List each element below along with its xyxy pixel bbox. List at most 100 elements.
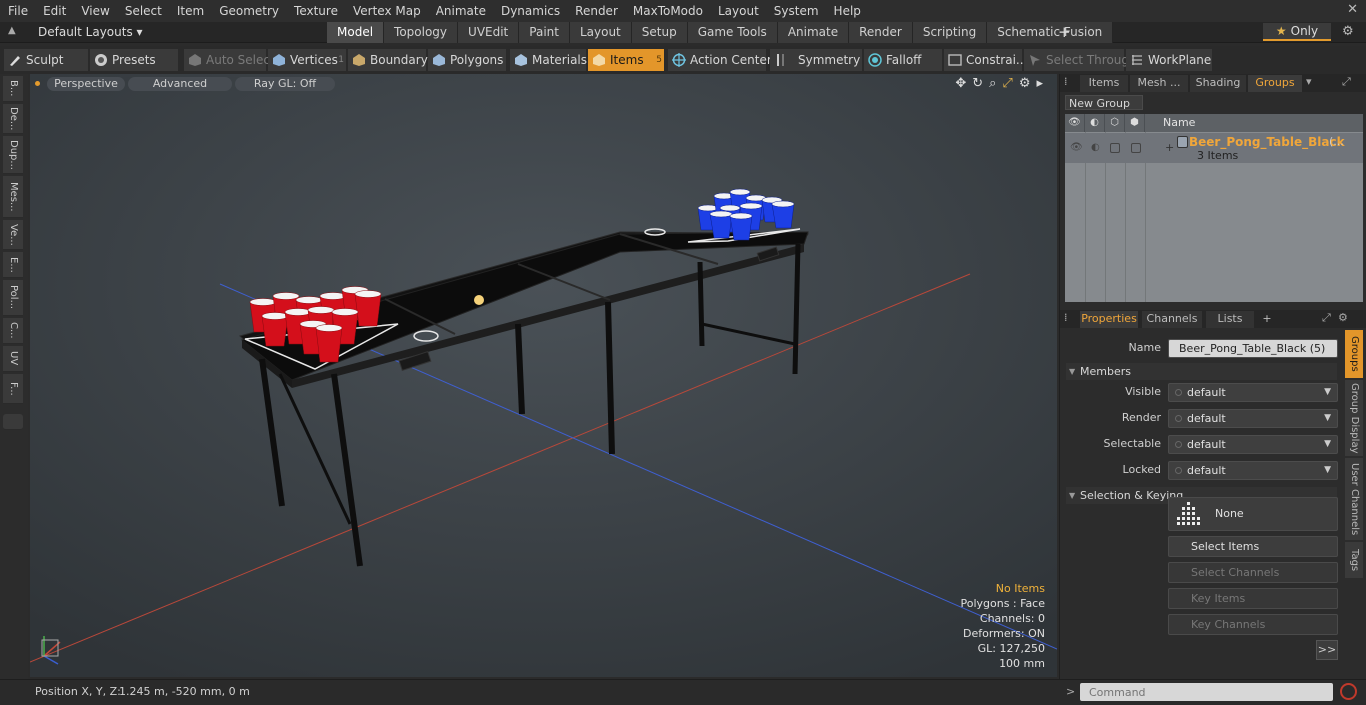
key-channels-button[interactable]: Key Channels — [1168, 614, 1338, 635]
tab-uvedit[interactable]: UVEdit — [458, 22, 520, 43]
group-name[interactable]: Beer_Pong_Table_Black — [1189, 135, 1345, 149]
polygons-button[interactable]: Polygons — [428, 49, 506, 71]
menu-system[interactable]: System — [766, 0, 826, 22]
falloff-button[interactable]: Falloff — [864, 49, 942, 71]
group-row[interactable]: 👁 ◐ + Beer_Pong_Table_Black (... 3 Items — [1065, 133, 1363, 163]
strip-tab-7[interactable]: Pol... — [3, 280, 23, 316]
strip-tab-6[interactable]: E... — [3, 252, 23, 278]
tab-render[interactable]: Render — [849, 22, 913, 43]
panel-gear-icon[interactable]: ⚙ — [1338, 311, 1348, 324]
selectable-dropdown[interactable]: default ▼ — [1168, 435, 1338, 454]
tab-layout[interactable]: Layout — [569, 22, 632, 43]
workplane-button[interactable]: WorkPlane — [1126, 49, 1212, 71]
command-input[interactable] — [1080, 683, 1333, 701]
tab-properties[interactable]: Properties — [1080, 311, 1138, 328]
more-button[interactable]: >> — [1316, 640, 1338, 660]
menu-file[interactable]: File — [0, 0, 35, 22]
only-button[interactable]: ★ Only — [1263, 23, 1331, 41]
tab-setup[interactable]: Setup — [631, 22, 688, 43]
strip-tab-2[interactable]: De... — [3, 104, 23, 134]
row-lock-checkbox[interactable] — [1131, 143, 1141, 153]
strip-toggle[interactable] — [3, 414, 23, 430]
menu-layout[interactable]: Layout — [710, 0, 766, 22]
tab-model[interactable]: Model — [327, 22, 385, 43]
tab-animate[interactable]: Animate — [777, 22, 850, 43]
tab-mesh[interactable]: Mesh ... — [1130, 75, 1188, 92]
menu-texture[interactable]: Texture — [286, 0, 345, 22]
tab-shading[interactable]: Shading — [1190, 75, 1246, 92]
tab-lists[interactable]: Lists — [1206, 311, 1254, 328]
viewport-arrow-icon[interactable]: ▸ — [1036, 76, 1043, 91]
menu-animate[interactable]: Animate — [428, 0, 493, 22]
layout-selector[interactable]: Default Layouts ▾ — [38, 25, 143, 39]
menu-help[interactable]: Help — [826, 0, 868, 22]
perspective-dropdown[interactable]: Perspective — [47, 77, 125, 91]
advanced-dropdown[interactable]: Advanced — [128, 77, 232, 91]
menu-edit[interactable]: Edit — [35, 0, 73, 22]
new-group-button[interactable]: New Group — [1065, 95, 1143, 110]
zoom-view-icon[interactable]: ⌕ — [989, 76, 996, 91]
menu-item[interactable]: Item — [169, 0, 211, 22]
vtab-group-display[interactable]: Group Display — [1345, 380, 1363, 456]
select-items-button[interactable]: Select Items — [1168, 536, 1338, 557]
menu-geometry[interactable]: Geometry — [211, 0, 286, 22]
tab-schematic-fusion[interactable]: Schematic Fusion — [987, 22, 1114, 43]
vtab-tags[interactable]: Tags — [1345, 542, 1363, 578]
boundary-button[interactable]: Boundary — [348, 49, 428, 71]
select-through-button[interactable]: Select Through — [1024, 49, 1137, 71]
row-select-checkbox[interactable] — [1110, 143, 1120, 153]
expand-plus-icon[interactable]: + — [1165, 141, 1174, 154]
presets-button[interactable]: Presets — [90, 49, 178, 71]
expand-panel-icon[interactable]: ⤢ — [1342, 75, 1351, 89]
locked-dropdown[interactable]: default ▼ — [1168, 461, 1338, 480]
command-arrow-icon[interactable]: > — [1066, 685, 1075, 698]
lock-cube-icon[interactable]: ⬢ — [1125, 114, 1145, 132]
dropdown-arrow-icon[interactable]: ▾ — [1306, 75, 1312, 88]
strip-tab-10[interactable]: F... — [3, 374, 23, 404]
add-tab-button[interactable]: + — [1058, 23, 1071, 41]
vtab-user-channels[interactable]: User Channels — [1345, 458, 1363, 540]
vertices-button[interactable]: Vertices 1 — [268, 49, 346, 71]
sculpt-button[interactable]: Sculpt — [4, 49, 88, 71]
3d-viewport[interactable]: Perspective Advanced Ray GL: Off ✥ ↻ ⌕ ⤢… — [30, 74, 1057, 677]
expand-panel-icon[interactable]: ⤢ — [1322, 311, 1331, 325]
fit-view-icon[interactable]: ⤢ — [1002, 76, 1012, 91]
move-view-icon[interactable]: ✥ — [955, 76, 966, 91]
tab-game-tools[interactable]: Game Tools — [687, 22, 778, 43]
action-center-button[interactable]: Action Center — [668, 49, 772, 71]
items-button[interactable]: Items 5 — [588, 49, 664, 71]
row-visibility-icon[interactable]: 👁 — [1070, 142, 1083, 153]
symmetry-button[interactable]: Symmetry — [770, 49, 862, 71]
visible-dropdown[interactable]: default ▼ — [1168, 383, 1338, 402]
tab-items[interactable]: Items — [1080, 75, 1128, 92]
members-section[interactable]: ▼ Members — [1066, 363, 1337, 380]
strip-tab-3[interactable]: Dup... — [3, 136, 23, 174]
materials-button[interactable]: Materials — [510, 49, 587, 71]
select-cube-icon[interactable]: ⬡ — [1105, 114, 1125, 132]
record-icon[interactable] — [1340, 683, 1357, 700]
visibility-eye-icon[interactable]: 👁 — [1065, 114, 1085, 132]
add-tab-button[interactable]: + — [1258, 311, 1276, 328]
tab-groups[interactable]: Groups — [1248, 75, 1302, 92]
menu-view[interactable]: View — [73, 0, 116, 22]
vtab-groups[interactable]: Groups — [1345, 330, 1363, 378]
name-input[interactable]: Beer_Pong_Table_Black (5) — [1168, 339, 1338, 358]
select-channels-button[interactable]: Select Channels — [1168, 562, 1338, 583]
strip-tab-1[interactable]: B... — [3, 76, 23, 102]
strip-tab-8[interactable]: C... — [3, 318, 23, 344]
menu-select[interactable]: Select — [117, 0, 169, 22]
menu-maxtomodo[interactable]: MaxToModo — [625, 0, 710, 22]
strip-tab-4[interactable]: Mes... — [3, 176, 23, 218]
rotate-view-icon[interactable]: ↻ — [972, 76, 983, 91]
tab-topology[interactable]: Topology — [384, 22, 459, 43]
render-icon[interactable]: ◐ — [1085, 114, 1105, 132]
auto-select-button[interactable]: Auto Select — [184, 49, 275, 71]
gear-icon[interactable]: ⚙ — [1342, 24, 1354, 39]
raygl-toggle[interactable]: Ray GL: Off — [235, 77, 335, 91]
tab-paint[interactable]: Paint — [519, 22, 570, 43]
menu-dynamics[interactable]: Dynamics — [493, 0, 567, 22]
menu-vertex-map[interactable]: Vertex Map — [345, 0, 428, 22]
viewport-gear-icon[interactable]: ⚙ — [1019, 76, 1031, 91]
key-items-button[interactable]: Key Items — [1168, 588, 1338, 609]
tab-scripting[interactable]: Scripting — [912, 22, 988, 43]
